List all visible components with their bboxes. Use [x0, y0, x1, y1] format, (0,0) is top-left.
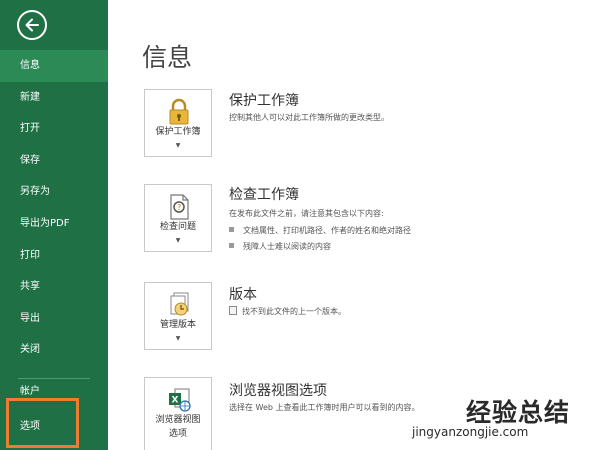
- nav-item-export-pdf[interactable]: 导出为PDF: [0, 208, 108, 240]
- page-title: 信息: [142, 43, 193, 72]
- versions-icon: [170, 292, 189, 316]
- nav-item-print[interactable]: 打印: [0, 240, 108, 272]
- browser-view-options-button[interactable]: X 浏览器视图 选项: [144, 377, 212, 450]
- bullet-icon: [229, 227, 234, 232]
- check-issues-button[interactable]: ? 检查问题 ▼: [144, 184, 212, 252]
- chevron-down-icon: ▼: [175, 142, 181, 149]
- backstage-nav: 信息 新建 打开 保存 另存为 导出为PDF 打印 共享 导出 关闭: [0, 50, 108, 366]
- versions-description-row: 找不到此文件的上一个版本。: [229, 306, 346, 317]
- svg-text:?: ?: [177, 203, 181, 212]
- protect-workbook-tile-label: 保护工作簿: [155, 127, 201, 137]
- nav-divider: [18, 378, 90, 379]
- browser-view-icon: X: [169, 388, 191, 412]
- back-button[interactable]: [17, 10, 47, 40]
- options-highlight-box: [6, 398, 79, 448]
- svg-text:X: X: [172, 396, 179, 406]
- watermark-text: 经验总结: [466, 398, 571, 427]
- browser-view-tile-label-line1: 浏览器视图: [155, 415, 201, 425]
- bullet-icon: [229, 243, 234, 248]
- backstage-sidebar: 信息 新建 打开 保存 另存为 导出为PDF 打印 共享 导出 关闭 帐户 选项: [0, 0, 108, 450]
- check-issues-tile-label: 检查问题: [159, 222, 196, 232]
- manage-versions-button[interactable]: 管理版本 ▼: [144, 282, 212, 350]
- chevron-down-icon: ▼: [175, 237, 181, 244]
- nav-item-info[interactable]: 信息: [0, 50, 108, 82]
- inspect-document-icon: ?: [170, 194, 189, 220]
- nav-item-close[interactable]: 关闭: [0, 334, 108, 366]
- manage-versions-tile-label: 管理版本: [159, 320, 196, 330]
- watermark-url: jingyanzongjie.com: [412, 425, 529, 439]
- nav-item-save-as[interactable]: 另存为: [0, 176, 108, 208]
- versions-title: 版本: [229, 287, 257, 303]
- nav-item-open[interactable]: 打开: [0, 113, 108, 145]
- protect-workbook-button[interactable]: 保护工作簿 ▼: [144, 89, 212, 157]
- inspect-bullet-text: 残障人士难以阅读的内容: [243, 242, 331, 251]
- versions-description: 找不到此文件的上一个版本。: [242, 307, 346, 316]
- protect-workbook-description: 控制其他人可以对此工作簿所做的更改类型。: [229, 113, 389, 122]
- inspect-bullet-item: 文档属性、打印机路径、作者的姓名和绝对路径: [229, 225, 411, 236]
- browser-view-tile-label-line2: 选项: [168, 429, 187, 439]
- nav-item-save[interactable]: 保存: [0, 145, 108, 177]
- chevron-down-icon: ▼: [175, 335, 181, 342]
- back-arrow-icon: [25, 18, 39, 32]
- inspect-workbook-description: 在发布此文件之前，请注意其包含以下内容:: [229, 209, 384, 218]
- inspect-bullet-text: 文档属性、打印机路径、作者的姓名和绝对路径: [243, 226, 411, 235]
- nav-item-export[interactable]: 导出: [0, 303, 108, 335]
- inspect-workbook-title: 检查工作簿: [229, 187, 299, 203]
- browser-view-options-description: 选择在 Web 上查看此工作簿时用户可以看到的内容。: [229, 403, 420, 412]
- lock-icon: [169, 98, 189, 125]
- nav-item-share[interactable]: 共享: [0, 271, 108, 303]
- browser-view-options-title: 浏览器视图选项: [229, 383, 327, 399]
- protect-workbook-title: 保护工作簿: [229, 93, 299, 109]
- document-icon: [229, 306, 237, 315]
- inspect-bullet-item: 残障人士难以阅读的内容: [229, 241, 331, 252]
- nav-item-new[interactable]: 新建: [0, 82, 108, 114]
